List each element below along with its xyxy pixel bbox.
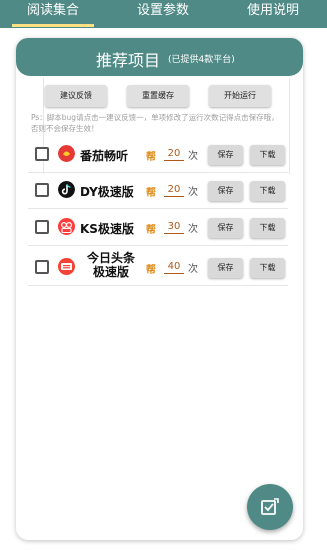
run-count-input[interactable]: 40 [164,260,184,274]
download-button[interactable]: 下载 [250,145,285,165]
toutiao-app-icon [58,258,75,275]
save-button[interactable]: 保存 [208,181,243,201]
app-name: KS极速版 [80,222,134,236]
fanqie-app-icon [58,145,75,162]
card-title: 推荐项目 [96,51,161,70]
douyin-app-icon [58,181,75,198]
run-count-input[interactable]: 30 [164,220,184,234]
run-count-input[interactable]: 20 [164,147,184,161]
run-count-input[interactable]: 20 [164,183,184,197]
save-button[interactable]: 保存 [208,218,243,238]
top-tab-bar: 阅读集合 设置参数 使用说明 [0,0,327,28]
run-count-unit: 次 [188,264,198,275]
app-checkbox[interactable] [35,260,49,274]
card-header: 推荐项目 (已提供4款平台) [16,38,303,76]
kuaishou-app-icon [58,218,75,235]
app-row-ks: KS极速版 帮 30 次 保存 下载 [28,210,288,246]
checklist-edit-icon [261,498,279,515]
floating-action-button[interactable] [247,484,293,530]
active-tab-indicator [12,24,94,27]
tab-settings[interactable]: 设置参数 [122,0,204,28]
app-checkbox[interactable] [35,183,49,197]
qi-icon: 帮 [146,152,156,163]
download-button[interactable]: 下载 [250,181,285,201]
start-run-button[interactable]: 开始运行 [209,85,271,107]
download-button[interactable]: 下载 [250,258,285,278]
app-checkbox[interactable] [35,147,49,161]
app-row-toutiao: 今日头条 极速版 帮 40 次 保存 下载 [28,248,288,286]
save-button[interactable]: 保存 [208,145,243,165]
tab-instructions[interactable]: 使用说明 [232,0,314,28]
qi-icon: 帮 [146,188,156,199]
card-subtitle: (已提供4款平台) [168,55,235,65]
app-name: 番茄畅听 [80,149,129,163]
app-row-dy: DY极速版 帮 20 次 保存 下载 [28,173,288,209]
run-count-unit: 次 [188,151,198,162]
app-checkbox[interactable] [35,220,49,234]
reset-cache-button[interactable]: 重置缓存 [127,85,189,107]
feedback-button[interactable]: 建议反馈 [45,85,107,107]
qi-icon: 帮 [146,225,156,236]
save-button[interactable]: 保存 [208,258,243,278]
download-button[interactable]: 下载 [250,218,285,238]
notice-text: Ps：脚本bug请点击一建议反馈一，单项修改了运行次数记得点击保存哦，否则不会保… [31,113,279,133]
app-row-fanqie: 番茄畅听 帮 20 次 保存 下载 [28,137,288,173]
run-count-unit: 次 [188,187,198,198]
run-count-unit: 次 [188,224,198,235]
action-button-row: 建议反馈 重置缓存 开始运行 [45,85,303,115]
qi-icon: 帮 [146,265,156,276]
app-name: DY极速版 [80,185,134,199]
app-name: 今日头条 极速版 [86,251,135,279]
